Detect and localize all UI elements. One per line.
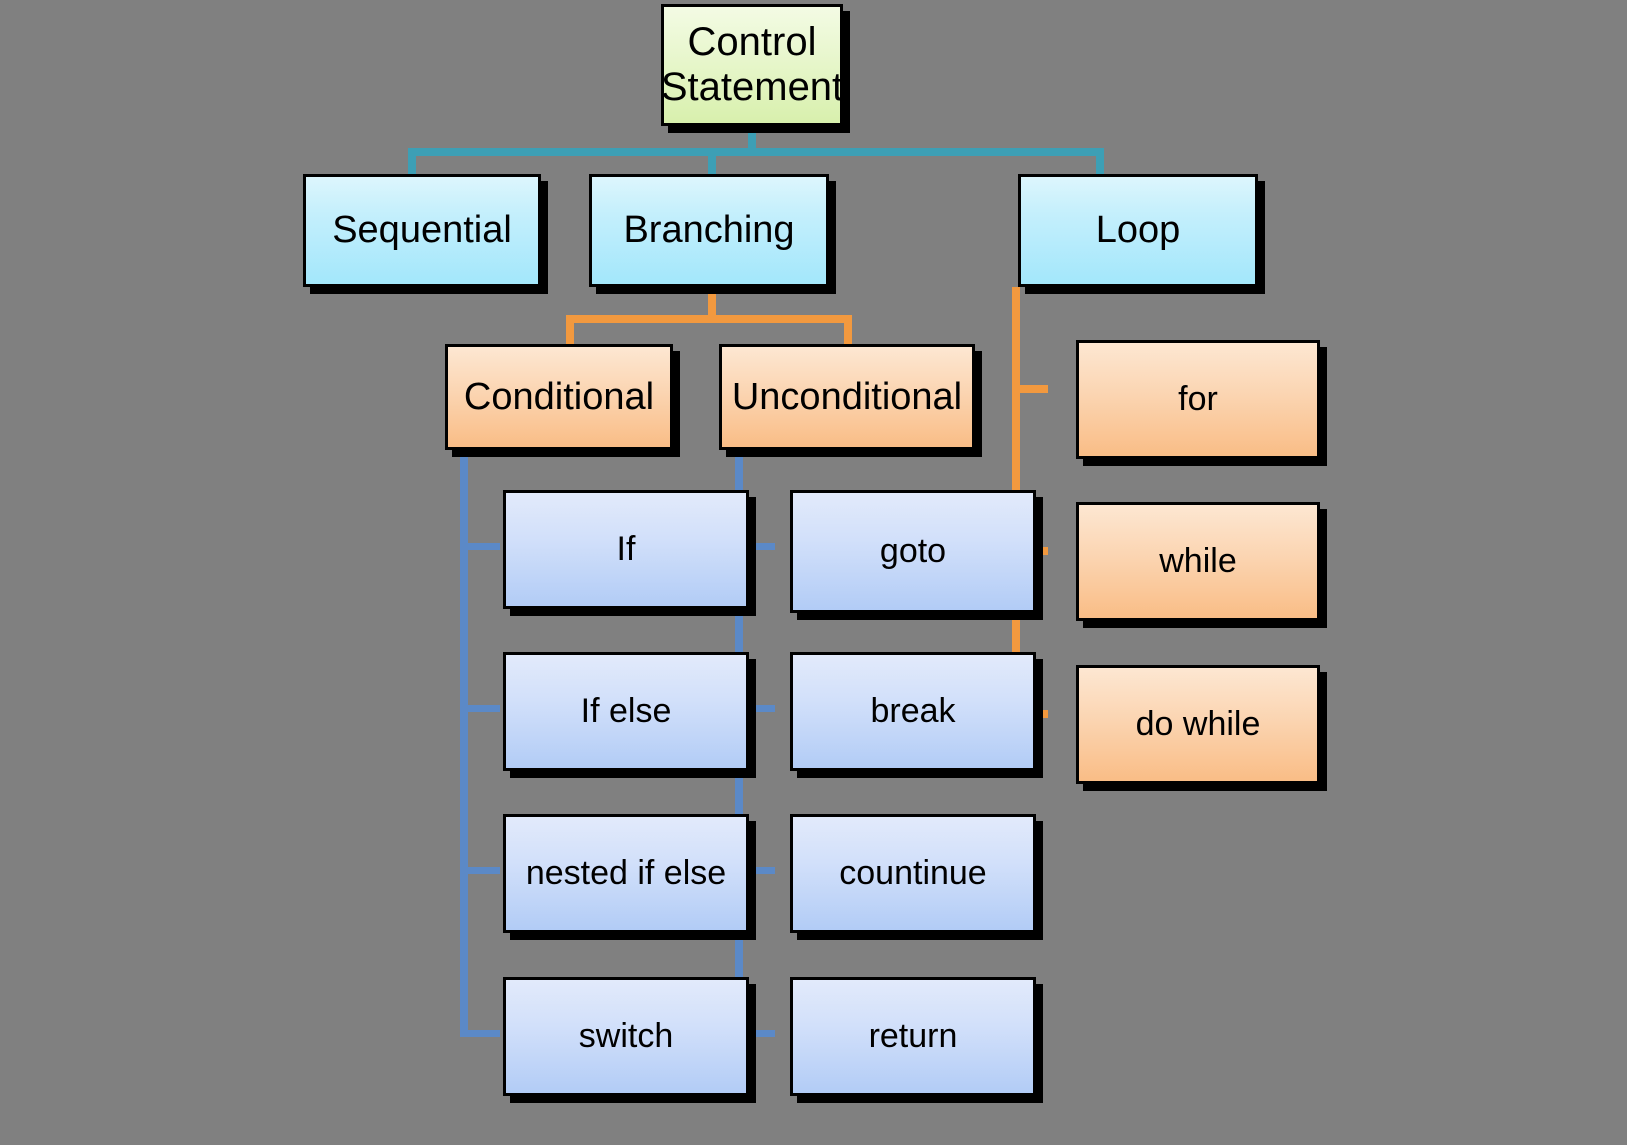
connector-to-conditional [566,315,574,347]
node-label: break [870,692,956,731]
node-label: Loop [1095,209,1181,252]
node-label: nested if else [525,854,727,893]
node-control-statement[interactable]: Control Statement [661,4,843,126]
node-for[interactable]: for [1076,340,1320,459]
node-label: countinue [839,854,987,893]
connector-conditional-to-nested-if-else [460,867,500,874]
connector-conditional-to-switch [460,1030,500,1037]
node-nested-if-else[interactable]: nested if else [503,814,749,933]
node-label: If [616,530,636,569]
node-sequential[interactable]: Sequential [303,174,541,287]
node-if-else[interactable]: If else [503,652,749,771]
connector-conditional-to-if-else [460,705,500,712]
connector-loop-to-for [1012,385,1048,393]
connector-branching-bus [566,315,852,323]
node-label: goto [879,532,947,571]
node-label: while [1159,542,1237,581]
node-unconditional[interactable]: Unconditional [719,344,975,450]
node-label: Unconditional [731,375,963,418]
connector-to-sequential [408,148,416,176]
node-label: Conditional [463,375,655,418]
node-do-while[interactable]: do while [1076,665,1320,784]
connector-conditional-spine [460,450,468,1037]
node-branching[interactable]: Branching [589,174,829,287]
node-conditional[interactable]: Conditional [445,344,673,450]
node-break[interactable]: break [790,652,1036,771]
node-label: Control Statement [660,20,844,109]
node-loop[interactable]: Loop [1018,174,1258,287]
node-label: return [868,1017,958,1056]
node-label: Branching [623,209,795,252]
node-countinue[interactable]: countinue [790,814,1036,933]
connector-level2-bus [408,148,1104,156]
node-return[interactable]: return [790,977,1036,1096]
connector-to-unconditional [844,315,852,347]
connector-to-loop [1096,148,1104,176]
connector-to-branching [708,148,716,176]
node-label: for [1178,380,1218,419]
node-while[interactable]: while [1076,502,1320,621]
node-if[interactable]: If [503,490,749,609]
node-label: If else [580,692,672,731]
node-label: do while [1135,705,1261,744]
node-label: Sequential [332,209,512,252]
node-label: switch [578,1017,674,1056]
diagram-canvas: Control Statement Sequential Branching L… [0,0,1627,1145]
node-switch[interactable]: switch [503,977,749,1096]
node-goto[interactable]: goto [790,490,1036,613]
connector-conditional-to-if [460,543,500,550]
